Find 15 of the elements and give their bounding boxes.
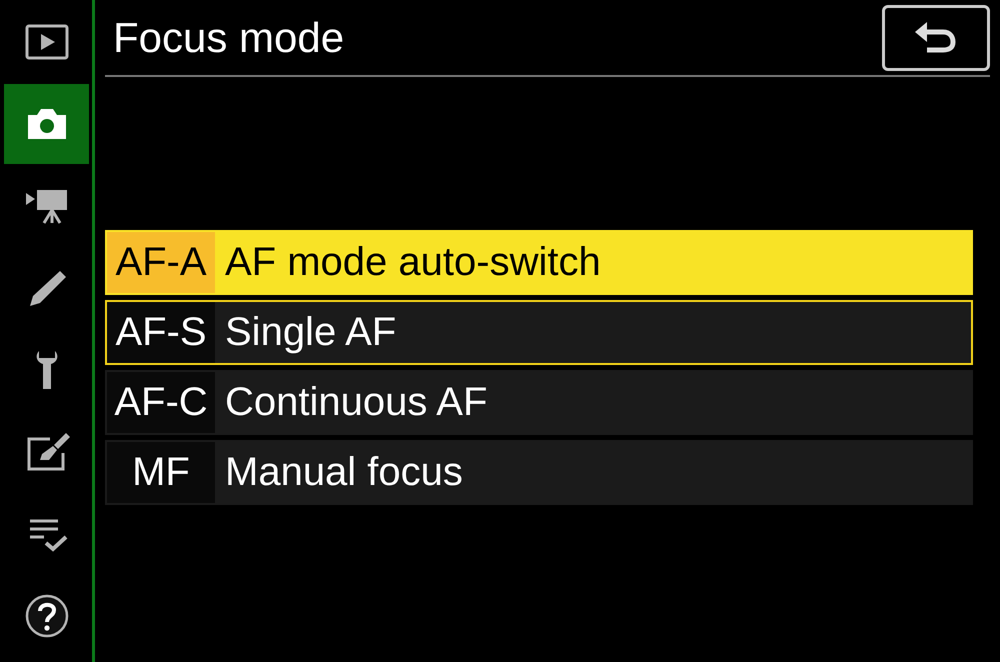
menu-option[interactable]: AF-S Single AF	[105, 300, 973, 365]
mode-code: AF-S	[107, 302, 215, 363]
menu-option[interactable]: MF Manual focus	[105, 440, 973, 505]
option-label: Manual focus	[224, 449, 463, 496]
option-label: Continuous AF	[224, 379, 488, 426]
menu-option[interactable]: AF-C Continuous AF	[105, 370, 973, 435]
mode-code: AF-C	[107, 372, 215, 433]
menu-option[interactable]: AF-A AF mode auto-switch	[105, 230, 973, 295]
menu-title: Focus mode	[112, 14, 344, 62]
mode-code: MF	[107, 442, 215, 503]
back-button[interactable]	[882, 4, 990, 70]
option-label: AF mode auto-switch	[224, 239, 601, 286]
menu-tab[interactable]	[4, 84, 89, 164]
option-label: Single AF	[224, 309, 396, 356]
mode-code: AF-A	[107, 232, 215, 293]
